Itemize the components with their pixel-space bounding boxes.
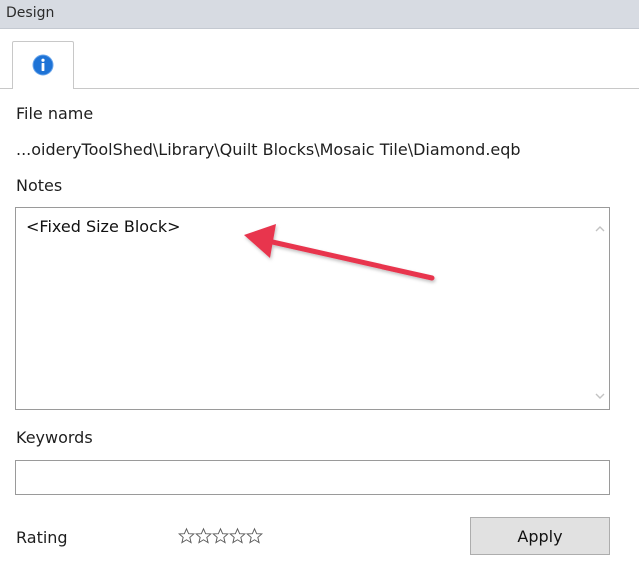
notes-textarea[interactable]: <Fixed Size Block> xyxy=(15,207,610,410)
info-icon xyxy=(32,54,54,76)
tab-strip-divider xyxy=(0,88,639,89)
star-icon[interactable] xyxy=(246,526,263,546)
file-name-label: File name xyxy=(16,104,94,123)
apply-button[interactable]: Apply xyxy=(470,517,610,555)
file-path-value: ...oideryToolShed\Library\Quilt Blocks\M… xyxy=(16,140,521,159)
notes-label: Notes xyxy=(16,176,63,195)
panel-header: Design xyxy=(0,0,639,29)
keywords-label: Keywords xyxy=(16,428,93,447)
scroll-up-icon[interactable] xyxy=(593,222,607,236)
tab-info[interactable] xyxy=(12,41,74,89)
keywords-input[interactable] xyxy=(15,460,610,495)
rating-stars[interactable] xyxy=(178,526,263,550)
notes-scrollbar[interactable] xyxy=(591,208,609,409)
star-icon[interactable] xyxy=(229,526,246,546)
panel-title: Design xyxy=(6,5,55,21)
scroll-down-icon[interactable] xyxy=(593,389,607,403)
rating-label: Rating xyxy=(16,528,68,547)
star-icon[interactable] xyxy=(178,526,195,546)
star-icon[interactable] xyxy=(195,526,212,546)
notes-text: <Fixed Size Block> xyxy=(26,217,181,236)
star-icon[interactable] xyxy=(212,526,229,546)
